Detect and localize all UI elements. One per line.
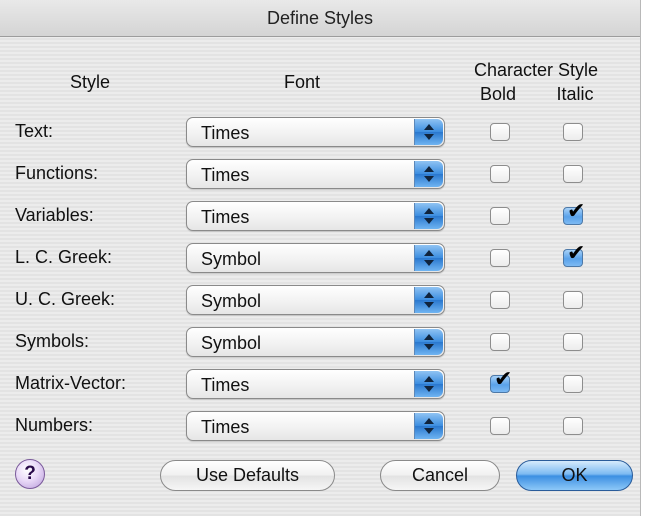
arrow-up-icon [424, 376, 434, 382]
bold-checkbox[interactable] [490, 207, 510, 225]
checkmark-icon: ✔ [567, 199, 586, 224]
font-popup-value: Times [201, 165, 250, 185]
bold-checkbox[interactable] [490, 291, 510, 309]
font-popup-value: Times [201, 417, 250, 437]
row-label: Numbers: [15, 415, 94, 435]
bold-checkbox[interactable] [490, 333, 510, 351]
arrow-down-icon [424, 134, 434, 140]
arrow-down-icon [424, 260, 434, 266]
row-label: Text: [15, 121, 54, 141]
style-column-header: Style [69, 72, 111, 92]
row-label: Functions: [15, 163, 99, 183]
font-popup-value: Times [201, 123, 250, 143]
font-popup-value: Symbol [201, 249, 262, 269]
arrow-up-icon [424, 250, 434, 256]
font-popup[interactable]: Times [186, 159, 445, 189]
arrow-up-icon [424, 124, 434, 130]
italic-checkbox[interactable] [563, 291, 583, 309]
bold-checkbox[interactable]: ✔ [490, 367, 512, 393]
font-popup[interactable]: Times [186, 117, 445, 147]
arrow-up-icon [424, 418, 434, 424]
cancel-button[interactable]: Cancel [380, 460, 500, 491]
arrow-down-icon [424, 386, 434, 392]
font-popup-value: Times [201, 375, 250, 395]
font-popup-value: Times [201, 207, 250, 227]
popup-arrows-icon [414, 203, 443, 229]
italic-column-header: Italic [556, 84, 594, 104]
arrow-up-icon [424, 208, 434, 214]
row-label: Symbols: [15, 331, 90, 351]
row-label: Variables: [15, 205, 94, 225]
font-popup[interactable]: Times [186, 201, 445, 231]
row-label: L. C. Greek: [15, 247, 113, 267]
character-style-header: Character Style [473, 60, 599, 80]
popup-arrows-icon [414, 161, 443, 187]
font-popup[interactable]: Symbol [186, 285, 445, 315]
use-defaults-button[interactable]: Use Defaults [160, 460, 335, 491]
row-label: U. C. Greek: [15, 289, 116, 309]
italic-checkbox[interactable] [563, 375, 583, 393]
window-title: Define Styles [266, 7, 374, 28]
bold-checkbox[interactable] [490, 249, 510, 267]
font-popup[interactable]: Symbol [186, 243, 445, 273]
arrow-up-icon [424, 166, 434, 172]
font-popup[interactable]: Times [186, 369, 445, 399]
arrow-up-icon [424, 292, 434, 298]
font-popup[interactable]: Times [186, 411, 445, 441]
row-label: Matrix-Vector: [15, 373, 127, 393]
popup-arrows-icon [414, 287, 443, 313]
bold-checkbox[interactable] [490, 165, 510, 183]
italic-checkbox[interactable]: ✔ [563, 241, 585, 267]
popup-arrows-icon [414, 245, 443, 271]
popup-arrows-icon [414, 119, 443, 145]
italic-checkbox[interactable]: ✔ [563, 199, 585, 225]
popup-arrows-icon [414, 371, 443, 397]
italic-checkbox[interactable] [563, 165, 583, 183]
arrow-down-icon [424, 344, 434, 350]
define-styles-dialog: Define Styles Style Font Character Style… [0, 0, 641, 516]
help-button[interactable]: ? [15, 459, 45, 489]
popup-arrows-icon [414, 329, 443, 355]
font-popup-value: Symbol [201, 291, 262, 311]
arrow-down-icon [424, 302, 434, 308]
ok-button[interactable]: OK [516, 460, 633, 491]
font-column-header: Font [283, 72, 321, 92]
bold-checkbox[interactable] [490, 417, 510, 435]
checkmark-icon: ✔ [567, 241, 586, 266]
checkmark-icon: ✔ [494, 367, 513, 392]
font-popup-value: Symbol [201, 333, 262, 353]
popup-arrows-icon [414, 413, 443, 439]
bold-checkbox[interactable] [490, 123, 510, 141]
title-bar[interactable]: Define Styles [0, 0, 640, 37]
arrow-up-icon [424, 334, 434, 340]
arrow-down-icon [424, 428, 434, 434]
bold-column-header: Bold [479, 84, 517, 104]
italic-checkbox[interactable] [563, 417, 583, 435]
italic-checkbox[interactable] [563, 123, 583, 141]
arrow-down-icon [424, 176, 434, 182]
font-popup[interactable]: Symbol [186, 327, 445, 357]
italic-checkbox[interactable] [563, 333, 583, 351]
background-edge [641, 0, 651, 516]
arrow-down-icon [424, 218, 434, 224]
